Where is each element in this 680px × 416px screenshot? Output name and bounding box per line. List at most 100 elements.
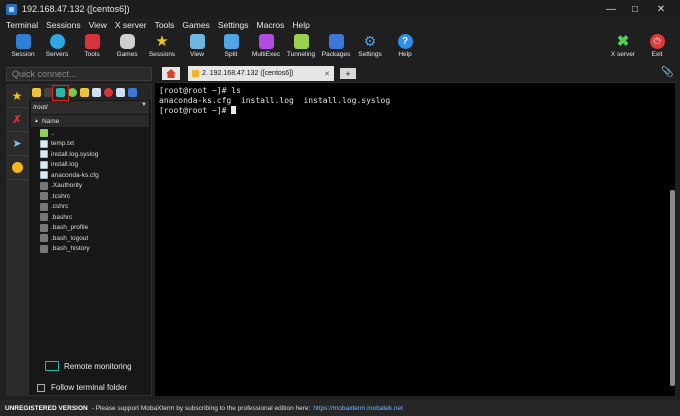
terminal-cursor (231, 106, 237, 114)
menu-tools[interactable]: Tools (155, 20, 175, 30)
list-item[interactable]: .. (40, 128, 151, 139)
new-tab-button[interactable]: + (340, 68, 356, 79)
terminal-tab-icon (192, 70, 199, 77)
terminal-area[interactable]: [root@root ~]# ls anaconda-ks.cfg instal… (155, 82, 675, 396)
sessions-button[interactable]: ★ Sessions (145, 34, 179, 58)
session-button[interactable]: Session (6, 34, 40, 58)
file-name: .bashrc (51, 213, 73, 221)
file-list: .. temp.txt install.log.syslog install.l… (40, 128, 151, 254)
new-folder-icon[interactable] (80, 88, 89, 97)
minimize-icon[interactable]: — (598, 0, 624, 18)
help-button[interactable]: ? Help (388, 34, 422, 58)
list-item[interactable]: temp.txt (40, 139, 151, 150)
menu-view[interactable]: View (89, 20, 107, 30)
rename-icon[interactable] (116, 88, 125, 97)
folder-up-icon[interactable] (32, 88, 41, 97)
tunneling-button[interactable]: Tunneling (284, 34, 318, 58)
settings-label: Settings (358, 51, 382, 58)
tab-session-centos6[interactable]: 2. 192.168.47.132 ([centos6]) ✕ (188, 66, 334, 81)
hidden-file-icon (40, 244, 48, 253)
exit-button[interactable]: ⏻ Exit (640, 34, 674, 58)
multiexec-label: MultiExec (251, 51, 281, 58)
hidden-file-icon (40, 234, 48, 243)
close-icon[interactable]: ✕ (648, 0, 674, 18)
split-label: Split (224, 51, 238, 58)
games-button[interactable]: Games (110, 34, 144, 58)
menu-sessions[interactable]: Sessions (46, 20, 81, 30)
file-name: .bash_profile (51, 224, 89, 232)
sessions-label: Sessions (148, 51, 176, 58)
path-field[interactable]: /root/ ▼ (31, 101, 149, 114)
file-name: .bash_history (51, 245, 90, 253)
file-name: .cshrc (51, 203, 69, 211)
x-server-button[interactable]: ✖ X server (606, 34, 640, 58)
settings-button[interactable]: ⚙ Settings (353, 34, 387, 59)
app-logo-icon (6, 3, 17, 15)
tab-close-icon[interactable]: ✕ (324, 70, 330, 78)
follow-terminal-folder-toggle[interactable]: Follow terminal folder (37, 383, 127, 392)
list-item[interactable]: .bash_history (40, 244, 151, 255)
list-item[interactable]: install.log (40, 160, 151, 171)
terminal-output: [root@root ~]# ls anaconda-ks.cfg instal… (159, 86, 390, 116)
menu-terminal[interactable]: Terminal (6, 20, 38, 30)
terminal-line: [root@root ~]# ls (159, 86, 241, 95)
list-item[interactable]: anaconda-ks.cfg (40, 170, 151, 181)
session-tab-bar: 2. 192.168.47.132 ([centos6]) ✕ + 📎 (156, 66, 680, 81)
packages-button[interactable]: Packages (319, 34, 353, 58)
menu-macros[interactable]: Macros (257, 20, 285, 30)
star-tab-icon: ★ (11, 88, 23, 103)
parent-folder-icon (40, 129, 48, 138)
delete-icon[interactable] (104, 88, 113, 97)
split-button[interactable]: Split (214, 34, 248, 58)
menu-games[interactable]: Games (182, 20, 209, 30)
file-name: .Xauthority (51, 182, 83, 190)
file-name: .bash_logout (51, 234, 89, 242)
sessions-tab[interactable]: ★ (6, 84, 28, 108)
home-tab[interactable] (162, 67, 180, 80)
sort-arrow-icon: ▲ (34, 118, 39, 124)
packages-label: Packages (321, 51, 351, 58)
hidden-file-icon (40, 202, 48, 211)
file-icon (40, 171, 48, 180)
session-label: Session (11, 51, 35, 58)
tools-tab[interactable]: ✗ (6, 108, 28, 132)
tab-label: 2. 192.168.47.132 ([centos6]) (202, 70, 294, 77)
remote-monitoring-button[interactable]: Remote monitoring (45, 361, 132, 371)
attachment-icon[interactable]: 📎 (661, 67, 673, 78)
chevron-down-icon[interactable]: ▼ (141, 102, 147, 108)
menu-settings[interactable]: Settings (218, 20, 249, 30)
tools-tab-icon: ✗ (12, 114, 22, 126)
list-item[interactable]: .cshrc (40, 202, 151, 213)
menu-help[interactable]: Help (292, 20, 309, 30)
sftp-tab[interactable]: ➤ (6, 132, 28, 156)
list-item[interactable]: .bashrc (40, 212, 151, 223)
packages-icon (328, 34, 344, 49)
maximize-icon[interactable]: □ (622, 0, 648, 18)
help-label: Help (398, 51, 412, 58)
terminal-scrollbar[interactable] (670, 190, 675, 386)
subscribe-link[interactable]: https://mobaxterm.mobatek.net (313, 405, 403, 412)
file-name: .. (51, 129, 55, 137)
list-item[interactable]: .bash_logout (40, 233, 151, 244)
list-item[interactable]: install.log.syslog (40, 149, 151, 160)
servers-button[interactable]: Servers (40, 34, 74, 58)
file-name: .tcshrc (51, 192, 71, 200)
checkbox[interactable] (37, 383, 45, 392)
multiexec-button[interactable]: MultiExec (249, 34, 283, 58)
new-file-icon[interactable] (92, 88, 101, 97)
list-item[interactable]: .bash_profile (40, 223, 151, 234)
list-item[interactable]: .Xauthority (40, 181, 151, 192)
view-icon (189, 34, 205, 49)
list-item[interactable]: .tcshrc (40, 191, 151, 202)
macros-tab[interactable] (6, 156, 28, 180)
sftp-browser: /root/ ▼ ▲ Name .. temp.txt install.log.… (28, 84, 152, 396)
file-icon (40, 139, 48, 148)
view-button[interactable]: View (180, 34, 214, 58)
exit-label: Exit (651, 51, 663, 58)
tools-button[interactable]: Tools (75, 34, 109, 58)
quick-connect-input[interactable]: Quick connect... (6, 67, 152, 81)
permissions-icon[interactable] (128, 88, 137, 97)
name-column-header[interactable]: ▲ Name (31, 115, 149, 127)
menu-x-server[interactable]: X server (115, 20, 147, 30)
sync-icon[interactable] (68, 88, 77, 97)
